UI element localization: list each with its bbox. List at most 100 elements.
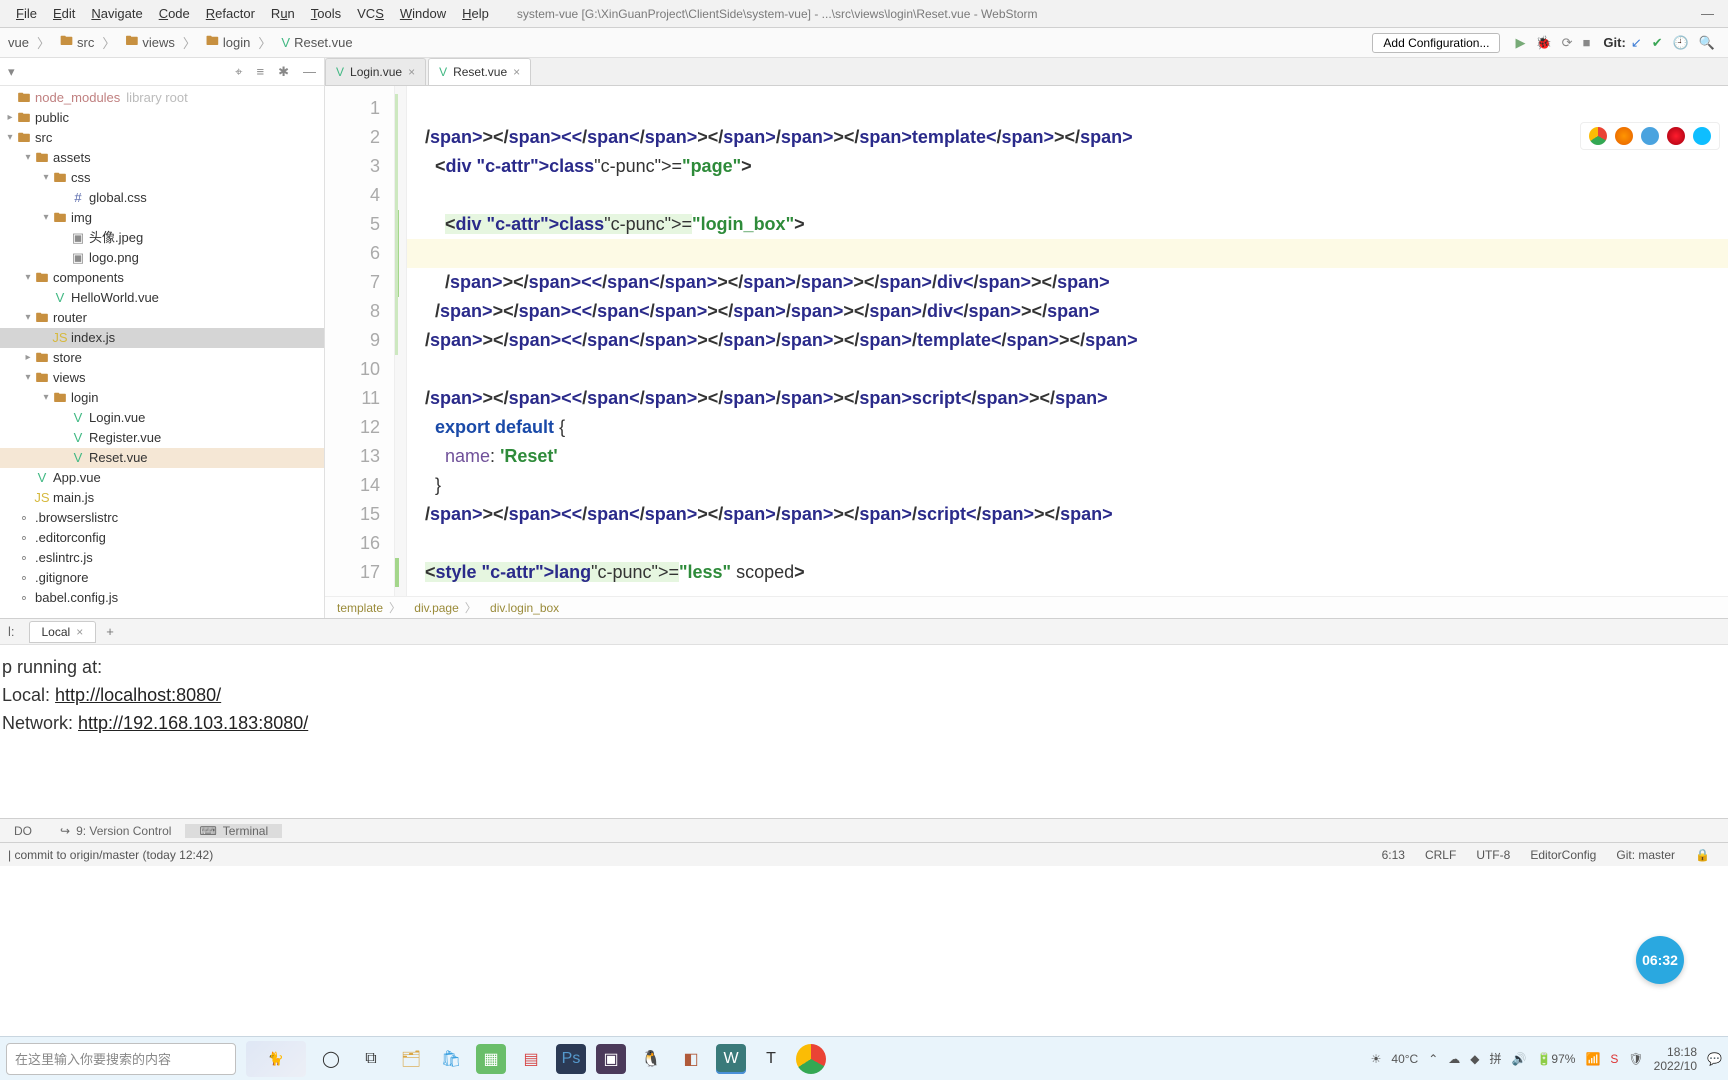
search-everywhere-icon[interactable]: 🔍 — [1699, 35, 1715, 51]
editor-tab[interactable]: VReset.vue× — [428, 58, 531, 85]
line-ending[interactable]: CRLF — [1425, 848, 1456, 862]
ms-store-icon[interactable]: 🛍 — [436, 1044, 466, 1074]
version-control-tab[interactable]: ↪ 9: Version Control — [46, 824, 185, 838]
tree-node[interactable]: JSindex.js — [0, 328, 324, 348]
tree-node[interactable]: JSmain.js — [0, 488, 324, 508]
code-line[interactable]: /span>></span><</span</span>></span>/spa… — [425, 500, 1728, 529]
code-line[interactable]: /span>></span><</span</span>></span>/spa… — [425, 297, 1728, 326]
close-icon[interactable]: × — [408, 65, 415, 79]
photoshop-icon[interactable]: Ps — [556, 1044, 586, 1074]
code-editor[interactable]: 1234567891011121314151617 /span>></span>… — [325, 86, 1728, 596]
menu-tools[interactable]: Tools — [303, 6, 349, 21]
app-icon[interactable]: ▦ — [476, 1044, 506, 1074]
code-line[interactable]: <div "c-attr">class"c-punc">="login_box"… — [425, 210, 1728, 239]
tree-node[interactable]: VApp.vue — [0, 468, 324, 488]
onedrive-icon[interactable]: ☁ — [1448, 1052, 1460, 1066]
sort-icon[interactable]: ≡ — [257, 64, 265, 79]
code-line[interactable]: export default { — [425, 413, 1728, 442]
tree-node[interactable]: ▸🖿public — [0, 108, 324, 128]
notifications-icon[interactable]: 💬 — [1707, 1052, 1722, 1066]
tree-node[interactable]: ▾🖿src — [0, 128, 324, 148]
terminal-tab[interactable]: Local× — [29, 621, 97, 643]
debug-icon[interactable]: 🐞 — [1535, 35, 1551, 51]
breadcrumb-item[interactable]: vue〉 — [8, 33, 50, 52]
editorconfig-indicator[interactable]: EditorConfig — [1530, 848, 1596, 862]
menu-navigate[interactable]: Navigate — [83, 6, 150, 21]
close-icon[interactable]: × — [76, 625, 83, 639]
tree-node[interactable]: VReset.vue — [0, 448, 324, 468]
tree-node[interactable]: ▣头像.jpeg — [0, 228, 324, 248]
file-encoding[interactable]: UTF-8 — [1476, 848, 1510, 862]
menu-code[interactable]: Code — [151, 6, 198, 21]
intellij-icon[interactable]: ▣ — [596, 1044, 626, 1074]
breadcrumb-item[interactable]: 🖿src〉 — [60, 32, 115, 54]
menu-help[interactable]: Help — [454, 6, 497, 21]
weather-temp[interactable]: 40°C — [1391, 1052, 1418, 1066]
code-line[interactable]: /span>></span><</span</span>></span>/spa… — [425, 384, 1728, 413]
app-icon[interactable]: ◧ — [676, 1044, 706, 1074]
lock-icon[interactable]: 🔒 — [1695, 848, 1710, 862]
tree-node[interactable]: ▾🖿views — [0, 368, 324, 388]
settings-icon[interactable]: ✱ — [278, 64, 289, 80]
ime-icon[interactable]: 拼 — [1490, 1050, 1502, 1067]
menu-refactor[interactable]: Refactor — [198, 6, 263, 21]
battery-icon[interactable]: 🔋97% — [1536, 1052, 1575, 1066]
code-line[interactable] — [425, 94, 1728, 123]
run-play-icon[interactable]: ▶ — [1515, 35, 1525, 51]
qq-icon[interactable]: 🐧 — [636, 1044, 666, 1074]
task-switcher-icon[interactable]: ⧉ — [356, 1044, 386, 1074]
breadcrumb-item[interactable]: 🖿views〉 — [125, 32, 196, 54]
tree-node[interactable]: VHelloWorld.vue — [0, 288, 324, 308]
windows-search-input[interactable]: 在这里输入你要搜索的内容 — [6, 1043, 236, 1075]
git-history-icon[interactable]: 🕘 — [1673, 35, 1689, 51]
task-view-icon[interactable]: ◯ — [316, 1044, 346, 1074]
tray-app-icon[interactable]: 🛡 — [1628, 1052, 1643, 1066]
chrome-taskbar-icon[interactable] — [796, 1044, 826, 1074]
project-tree[interactable]: 🖿node_moduleslibrary root▸🖿public▾🖿src ▾🖿… — [0, 86, 324, 618]
terminal-output[interactable]: p running at: Local: http://localhost:80… — [0, 645, 1728, 818]
tree-node[interactable]: #global.css — [0, 188, 324, 208]
volume-icon[interactable]: 🔊 — [1512, 1052, 1527, 1066]
git-update-icon[interactable]: ↙ — [1631, 35, 1642, 51]
app-icon[interactable]: ▤ — [516, 1044, 546, 1074]
menu-run[interactable]: Run — [263, 6, 303, 21]
code-breadcrumb[interactable]: template〉 div.page〉 div.login_box — [325, 596, 1728, 618]
close-icon[interactable]: × — [513, 65, 520, 79]
terminal-tab[interactable]: ⌨ Terminal — [185, 824, 282, 838]
terminal-link[interactable]: http://localhost:8080/ — [55, 685, 221, 705]
tree-node[interactable]: ∘.gitignore — [0, 568, 324, 588]
tree-node[interactable]: ▾🖿components — [0, 268, 324, 288]
terminal-link[interactable]: http://192.168.103.183:8080/ — [78, 713, 308, 733]
webstorm-icon[interactable]: W — [716, 1044, 746, 1074]
minimize-icon[interactable]: — — [1701, 6, 1714, 21]
code-line[interactable] — [425, 239, 1728, 268]
tray-chevron-icon[interactable]: ⌃ — [1428, 1052, 1438, 1066]
menu-window[interactable]: Window — [392, 6, 454, 21]
git-commit-icon[interactable]: ✔ — [1652, 35, 1663, 51]
tree-node[interactable]: 🖿node_moduleslibrary root — [0, 88, 324, 108]
tree-node[interactable]: ▾🖿img — [0, 208, 324, 228]
cursor-position[interactable]: 6:13 — [1382, 848, 1405, 862]
menu-edit[interactable]: Edit — [45, 6, 83, 21]
menu-file[interactable]: FFileile — [8, 6, 45, 21]
breadcrumb-item[interactable]: 🖿login〉 — [206, 32, 272, 54]
tray-app-icon[interactable]: S — [1610, 1052, 1618, 1066]
tree-node[interactable]: VLogin.vue — [0, 408, 324, 428]
tree-node[interactable]: ▾🖿login — [0, 388, 324, 408]
git-branch[interactable]: Git: master — [1616, 848, 1675, 862]
todo-tab[interactable]: DO — [0, 824, 46, 838]
breadcrumb-item[interactable]: VReset.vue — [281, 35, 352, 50]
tree-node[interactable]: ∘.editorconfig — [0, 528, 324, 548]
tree-node[interactable]: ∘babel.config.js — [0, 588, 324, 608]
tray-app-icon[interactable]: ◆ — [1470, 1052, 1479, 1066]
code-line[interactable]: } — [425, 471, 1728, 500]
cortana-image[interactable]: 🐈 — [246, 1041, 306, 1077]
add-configuration-button[interactable]: Add Configuration... — [1372, 33, 1500, 53]
tree-node[interactable]: ▣logo.png — [0, 248, 324, 268]
tree-node[interactable]: ∘.browserslistrc — [0, 508, 324, 528]
tree-node[interactable]: VRegister.vue — [0, 428, 324, 448]
code-line[interactable] — [425, 181, 1728, 210]
locate-icon[interactable]: ⌖ — [235, 64, 242, 80]
tree-node[interactable]: ∘.eslintrc.js — [0, 548, 324, 568]
code-line[interactable]: <style "c-attr">lang"c-punc">="less" sco… — [425, 558, 1728, 587]
